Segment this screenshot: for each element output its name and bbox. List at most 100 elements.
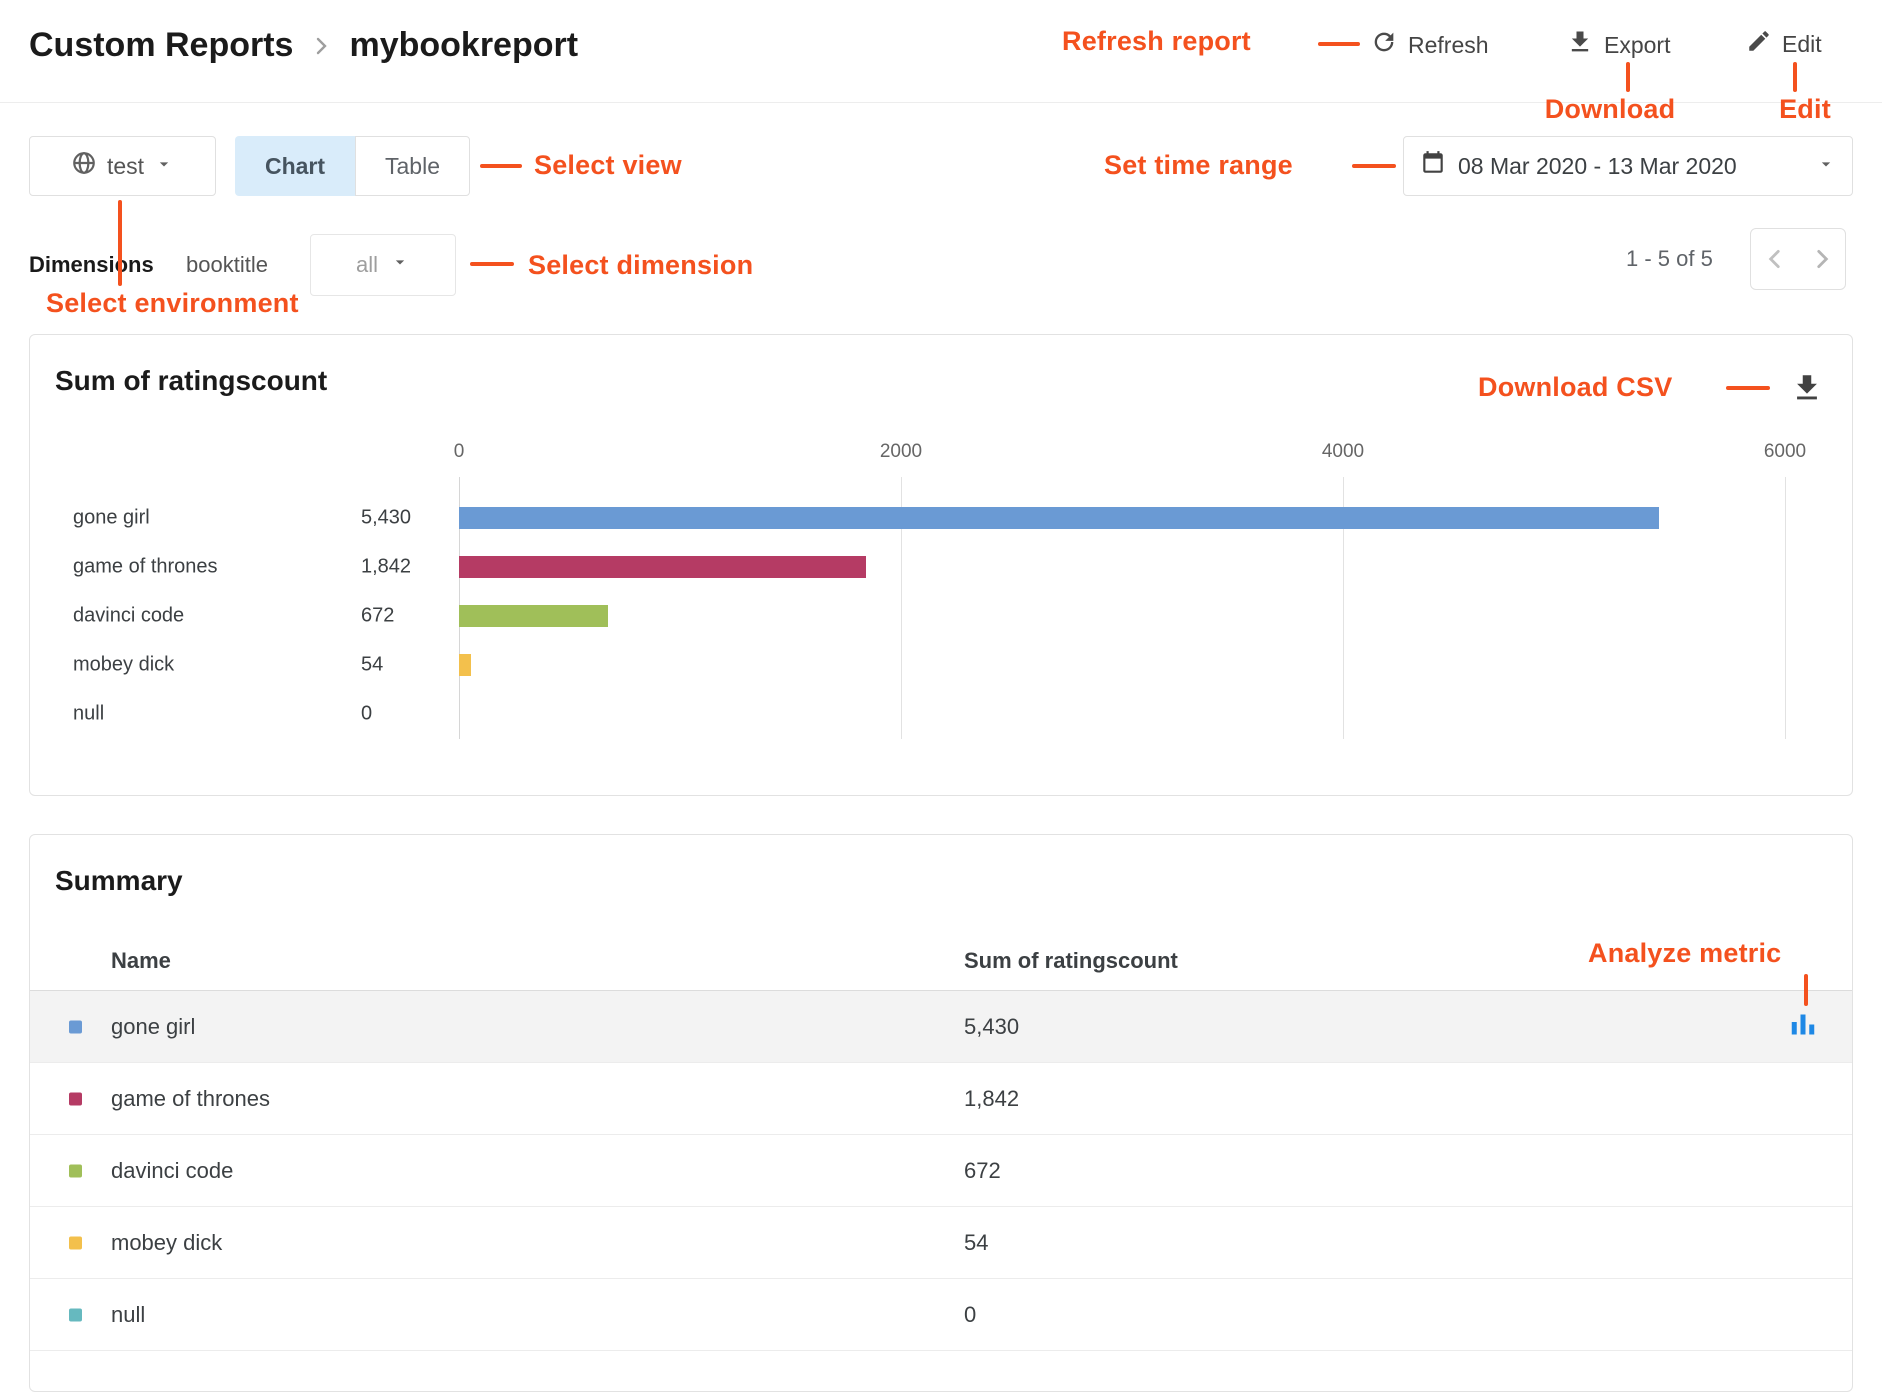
row-name: gone girl	[111, 1014, 195, 1040]
chart-bar-track	[459, 654, 1785, 676]
tab-table[interactable]: Table	[355, 136, 470, 196]
refresh-icon	[1370, 28, 1398, 62]
page-previous-button[interactable]	[1755, 231, 1795, 287]
column-header-value: Sum of ratingscount	[964, 931, 1178, 991]
table-row[interactable]: game of thrones 1,842	[30, 1063, 1852, 1135]
chart-row: gone girl 5,430	[30, 493, 1852, 542]
annotation-line	[1318, 42, 1360, 46]
download-csv-icon[interactable]	[1790, 371, 1824, 410]
annotation-select-view: Select view	[534, 150, 682, 181]
chart-category-label: game of thrones	[73, 555, 218, 578]
annotation-refresh-report: Refresh report	[1062, 26, 1251, 57]
chart-bar[interactable]	[459, 654, 471, 676]
summary-table-header: Name Sum of ratingscount	[30, 931, 1852, 991]
series-color-swatch	[69, 1164, 82, 1177]
summary-title: Summary	[55, 865, 183, 897]
annotation-select-dimension: Select dimension	[528, 250, 753, 281]
annotation-select-environment: Select environment	[46, 288, 299, 319]
chart-bar-track	[459, 507, 1785, 529]
calendar-icon	[1420, 150, 1446, 182]
environment-selector[interactable]: test	[29, 136, 216, 196]
export-label: Export	[1604, 32, 1670, 59]
annotation-line	[1804, 974, 1808, 1006]
chart-bar[interactable]	[459, 605, 608, 627]
x-axis-tick: 6000	[1764, 441, 1806, 463]
table-row[interactable]: mobey dick 54	[30, 1207, 1852, 1279]
chevron-down-icon	[1816, 153, 1836, 180]
chart-bar-track	[459, 556, 1785, 578]
edit-button[interactable]: Edit	[1746, 28, 1822, 60]
chart-bar-track	[459, 703, 1785, 725]
refresh-button[interactable]: Refresh	[1370, 28, 1489, 62]
chart-row: mobey dick 54	[30, 640, 1852, 689]
chart-bar[interactable]	[459, 507, 1659, 529]
chart-value-label: 54	[361, 653, 383, 676]
view-toggle: Chart Table	[235, 136, 470, 196]
breadcrumb-root[interactable]: Custom Reports	[29, 26, 293, 65]
row-value: 5,430	[964, 1014, 1019, 1040]
dimensions-label: Dimensions	[29, 252, 154, 278]
chart-category-label: mobey dick	[73, 653, 174, 676]
page-next-button[interactable]	[1802, 231, 1842, 287]
refresh-label: Refresh	[1408, 32, 1489, 59]
chart-value-label: 0	[361, 702, 372, 725]
row-name: null	[111, 1302, 145, 1328]
column-header-name: Name	[111, 931, 171, 991]
row-name: mobey dick	[111, 1230, 222, 1256]
annotation-line	[470, 262, 514, 266]
table-row[interactable]: davinci code 672	[30, 1135, 1852, 1207]
table-row[interactable]: gone girl 5,430	[30, 991, 1852, 1063]
series-color-swatch	[69, 1236, 82, 1249]
chart-category-label: davinci code	[73, 604, 184, 627]
annotation-line	[1726, 386, 1770, 390]
row-name: game of thrones	[111, 1086, 270, 1112]
series-color-swatch	[69, 1020, 82, 1033]
download-icon	[1566, 28, 1594, 62]
chevron-right-icon	[309, 34, 333, 58]
chart-card: Sum of ratingscount 0 2000 4000 6000 gon…	[29, 334, 1853, 796]
dimension-filter-value: all	[356, 252, 378, 278]
annotation-edit: Edit	[1750, 94, 1860, 125]
row-name: davinci code	[111, 1158, 233, 1184]
row-value: 54	[964, 1230, 988, 1256]
chart-value-label: 672	[361, 604, 394, 627]
chart-row: null 0	[30, 689, 1852, 738]
annotation-line	[1352, 164, 1396, 168]
chart-category-label: null	[73, 702, 104, 725]
row-value: 0	[964, 1302, 976, 1328]
row-value: 672	[964, 1158, 1001, 1184]
edit-label: Edit	[1782, 31, 1822, 58]
annotation-line	[118, 200, 122, 286]
chart-category-label: gone girl	[73, 506, 150, 529]
chart-row: game of thrones 1,842	[30, 542, 1852, 591]
chevron-down-icon	[154, 153, 174, 180]
summary-table-body: gone girl 5,430 game of thrones 1,842 da…	[30, 991, 1852, 1351]
analyze-metric-icon[interactable]	[1788, 1009, 1818, 1044]
export-button[interactable]: Export	[1566, 28, 1670, 62]
header: Custom Reports mybookreport Refresh Expo…	[0, 0, 1882, 103]
annotation-line	[480, 164, 522, 168]
annotation-line	[1626, 62, 1630, 92]
x-axis-tick: 4000	[1322, 441, 1364, 463]
date-range-picker[interactable]: 08 Mar 2020 - 13 Mar 2020	[1403, 136, 1853, 196]
chart-bar[interactable]	[459, 556, 866, 578]
dimension-filter-dropdown[interactable]: all	[310, 234, 456, 296]
table-row[interactable]: null 0	[30, 1279, 1852, 1351]
chart-title: Sum of ratingscount	[55, 365, 327, 397]
pagination-range-label: 1 - 5 of 5	[1626, 246, 1713, 272]
chart-value-label: 1,842	[361, 555, 411, 578]
breadcrumb-current: mybookreport	[349, 26, 578, 65]
environment-selected-label: test	[107, 153, 144, 180]
date-range-value: 08 Mar 2020 - 13 Mar 2020	[1458, 153, 1737, 180]
x-axis-tick: 0	[454, 441, 465, 463]
globe-icon	[71, 150, 97, 182]
dimension-name-label: booktitle	[186, 252, 268, 278]
chart-value-label: 5,430	[361, 506, 411, 529]
row-value: 1,842	[964, 1086, 1019, 1112]
chevron-down-icon	[390, 252, 410, 278]
breadcrumb: Custom Reports mybookreport	[29, 26, 578, 65]
tab-chart[interactable]: Chart	[235, 136, 355, 196]
summary-card: Summary Name Sum of ratingscount gone gi…	[29, 834, 1853, 1392]
chart-bar-track	[459, 605, 1785, 627]
annotation-set-time-range: Set time range	[1104, 150, 1293, 181]
